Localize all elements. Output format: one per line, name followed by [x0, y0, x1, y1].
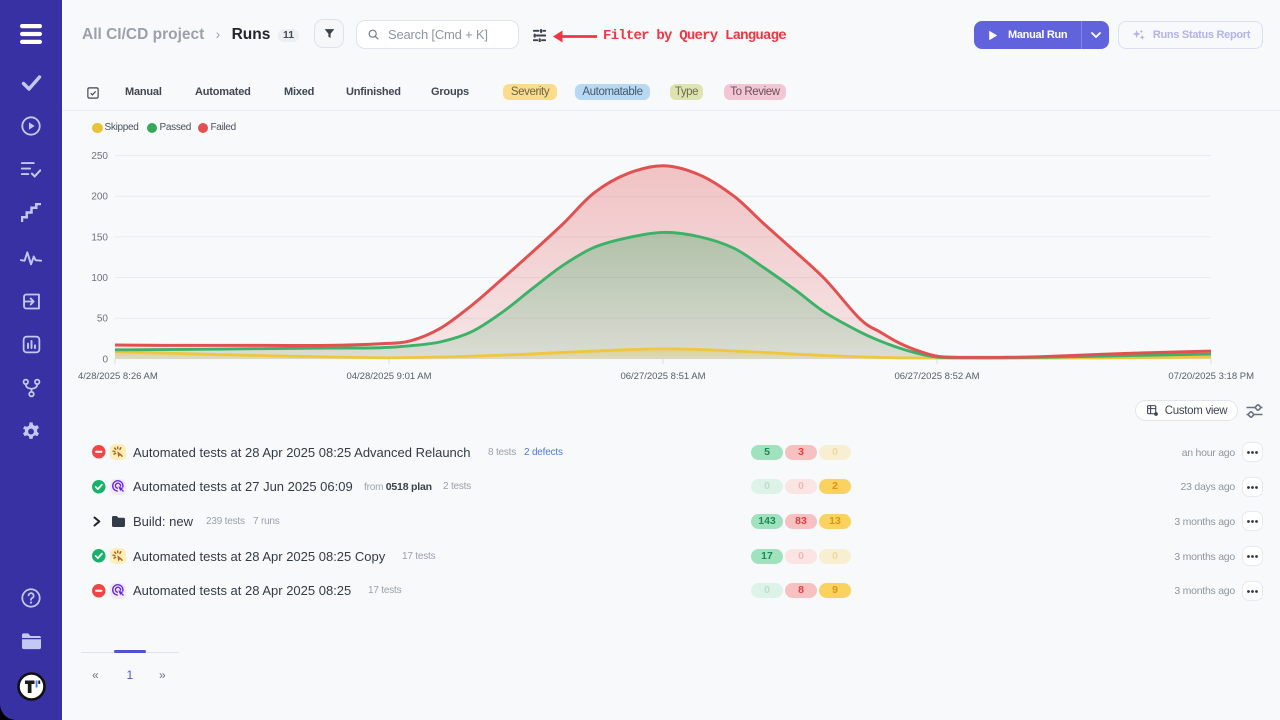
svg-text:04/28/2025 9:01 AM: 04/28/2025 9:01 AM [346, 371, 431, 382]
svg-text:50: 50 [97, 314, 109, 325]
svg-text:150: 150 [91, 232, 108, 243]
svg-text:0: 0 [102, 354, 108, 365]
svg-text:100: 100 [91, 273, 108, 284]
svg-text:4/28/2025 8:26 AM: 4/28/2025 8:26 AM [78, 371, 158, 382]
svg-text:06/27/2025 8:51 AM: 06/27/2025 8:51 AM [620, 371, 705, 382]
svg-text:200: 200 [91, 192, 108, 203]
svg-text:06/27/2025 8:52 AM: 06/27/2025 8:52 AM [894, 371, 979, 382]
svg-text:07/20/2025 3:18 PM: 07/20/2025 3:18 PM [1168, 371, 1254, 382]
svg-text:250: 250 [91, 151, 108, 162]
